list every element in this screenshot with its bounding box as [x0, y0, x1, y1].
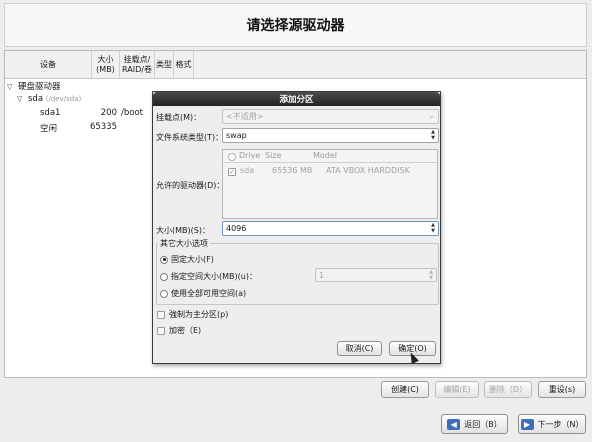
mount-point-label: 挂载点(M)： [156, 113, 202, 122]
partition-size: 65335 [89, 122, 117, 132]
page-title: 请选择源驱动器 [246, 18, 345, 34]
other-size-options: 其它大小选项 固定大小(F) 指定空间大小(MB)(u)： 1 ▲ ▼ 使用全部可… [156, 238, 439, 305]
drives-col-model[interactable]: Model [313, 151, 337, 160]
size-label: 大小(MB)(S)： [156, 226, 210, 235]
fixed-size-radio[interactable]: 固定大小(F) [160, 254, 214, 265]
column-type[interactable]: 类型 [155, 51, 174, 79]
partition-name: sda1 [40, 108, 61, 118]
chevron-down-icon: ⌄ [428, 111, 435, 120]
drive-size: 65536 MB [272, 166, 313, 175]
back-button[interactable]: ◀ 返回（B） [441, 414, 508, 434]
drives-col-size[interactable]: Size [265, 151, 281, 160]
table-row[interactable]: sda1 [40, 108, 60, 118]
drive-model: ATA VBOX HARDDISK [326, 166, 410, 175]
partition-name: 空闲 [40, 124, 58, 134]
column-device[interactable]: 设备 [5, 51, 92, 79]
disk-path: (/dev/sda) [45, 95, 82, 103]
expander-icon[interactable]: ▽ [17, 95, 28, 103]
page-header: 请选择源驱动器 [4, 3, 587, 47]
fill-all-space-radio[interactable]: 使用全部可用空间(a) [160, 288, 246, 299]
allowed-drives-list[interactable]: Drive Size Model ✓ sda 65536 MB ATA VBOX… [222, 149, 438, 219]
size-spinbox[interactable]: 4096 ▲ ▼ [222, 221, 439, 236]
allowed-drives-label: 允许的驱动器(D)： [156, 181, 225, 190]
dialog-title: 添加分区 [153, 92, 440, 106]
table-header: 设备 大小 (MB) 挂载点/ RAID/卷 类型 格式 [5, 51, 586, 79]
spinner-arrows-icon: ▲ ▼ [429, 269, 433, 281]
list-item[interactable]: ✓ sda 65536 MB ATA VBOX HARDDISK [223, 165, 437, 177]
drives-col-drive[interactable]: Drive [239, 151, 260, 160]
expander-icon[interactable]: ▽ [7, 83, 18, 91]
radio-icon [160, 272, 168, 281]
partition-mount: /boot [121, 108, 143, 118]
checkbox-icon [157, 326, 165, 335]
tree-item-hard-drives[interactable]: ▽ 硬盘驱动器 [7, 80, 61, 92]
table-row[interactable]: 空闲 [40, 122, 57, 134]
partition-size: 200 [100, 108, 117, 118]
tree-item-disk[interactable]: ▽ sda (/dev/sda) [17, 94, 81, 104]
arrow-right-icon: ▶ [520, 418, 534, 430]
mount-point-combo[interactable]: <不适用> ⌄ [222, 109, 439, 124]
create-button[interactable]: 创建(C) [381, 381, 429, 398]
reset-button[interactable]: 重设(s) [538, 381, 586, 398]
spinner-arrows-icon[interactable]: ▲ ▼ [429, 222, 437, 234]
radio-icon [160, 289, 168, 298]
column-mount[interactable]: 挂载点/ RAID/卷 [120, 51, 155, 79]
column-size[interactable]: 大小 (MB) [92, 51, 120, 79]
delete-button[interactable]: 删除（D） [484, 381, 532, 398]
up-to-size-radio[interactable]: 指定空间大小(MB)(u)： [160, 271, 257, 282]
force-primary-checkbox[interactable]: 強制为主分区(p) [157, 309, 228, 320]
column-format[interactable]: 格式 [174, 51, 194, 79]
fs-type-select[interactable]: swap ▲ ▼ [222, 128, 439, 143]
select-arrows-icon: ▲ ▼ [431, 129, 435, 141]
cancel-button[interactable]: 取消(C) [337, 341, 382, 356]
edit-button[interactable]: 编辑(E) [435, 381, 479, 398]
up-to-size-spinbox[interactable]: 1 ▲ ▼ [315, 268, 437, 282]
checkbox-icon [157, 310, 165, 319]
add-partition-dialog: 添加分区 挂载点(M)： <不适用> ⌄ 文件系统类型(T)： swap ▲ ▼ … [152, 91, 441, 364]
drives-header: Drive Size Model [223, 150, 437, 163]
drive-name: sda [240, 166, 255, 175]
next-button[interactable]: ▶ 下一步（N） [518, 414, 586, 434]
arrow-left-icon: ◀ [447, 418, 461, 430]
other-size-title: 其它大小选项 [158, 238, 210, 249]
radio-selected-icon [160, 255, 168, 264]
encrypt-checkbox[interactable]: 加密（E) [157, 325, 201, 336]
fs-type-label: 文件系统类型(T)： [156, 133, 224, 142]
